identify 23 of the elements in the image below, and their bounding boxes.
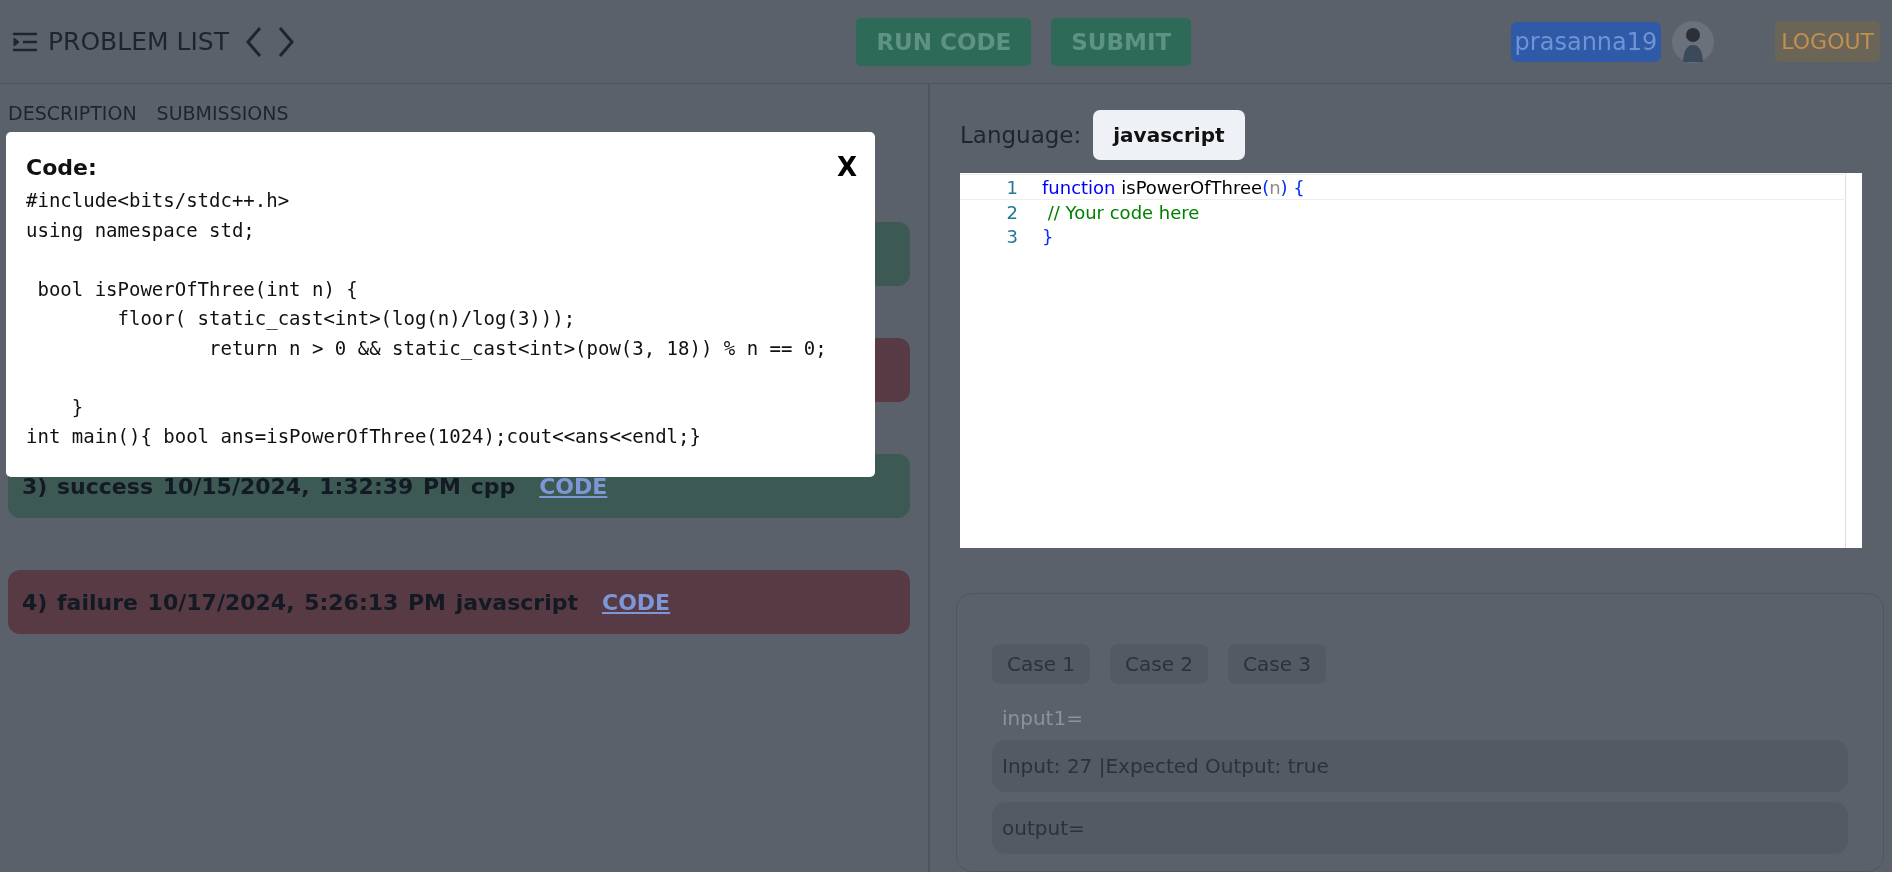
tab[interactable]: SUBMISSIONS [156,102,289,124]
close-button[interactable]: X [836,152,857,182]
code-line: // Your code here [1046,201,1200,223]
submission-text: 3) success 10/15/2024, 1:32:39 PM cpp [22,473,516,499]
avatar-icon[interactable] [1671,19,1716,64]
code-text: #include<bits/stdc++.h> using namespace std; bool isPowerOfThree(int n) { floor( static_cast<int>(log(n)/log(3))); return n > 0 && static_cast<int>(pow(3, 18)) % n == 0; } int main(){ bool ans=isPowerOfThree(1024);cout<<ans<<endl;} [26,188,827,449]
language-label: Language: [960,122,1082,148]
problem-list-link[interactable]: PROBLEM LIST [48,27,229,56]
line-number: 1 [1005,176,1018,198]
language-dropdown[interactable]: javascript [1093,110,1245,160]
list-icon[interactable] [12,30,38,53]
code-line: function isPowerOfThree(n) { [1042,176,1305,198]
tab[interactable]: DESCRIPTION [8,102,137,124]
line-number: 3 [1005,225,1018,247]
code-line: } [1042,225,1054,247]
submission-text: 4) failure 10/17/2024, 5:26:13 PM javascript [22,589,578,615]
code-link[interactable]: CODE [539,473,608,499]
dialog-title: Code: [26,154,97,180]
line-number: 2 [1005,201,1018,223]
code-editor[interactable]: 1 function isPowerOfThree(n) { 2 // Your code here 3 } [960,173,1862,548]
logout-button[interactable]: LOGOUT [1775,21,1880,62]
username-badge[interactable]: prasanna19 [1510,21,1662,62]
code-link[interactable]: CODE [602,589,671,615]
